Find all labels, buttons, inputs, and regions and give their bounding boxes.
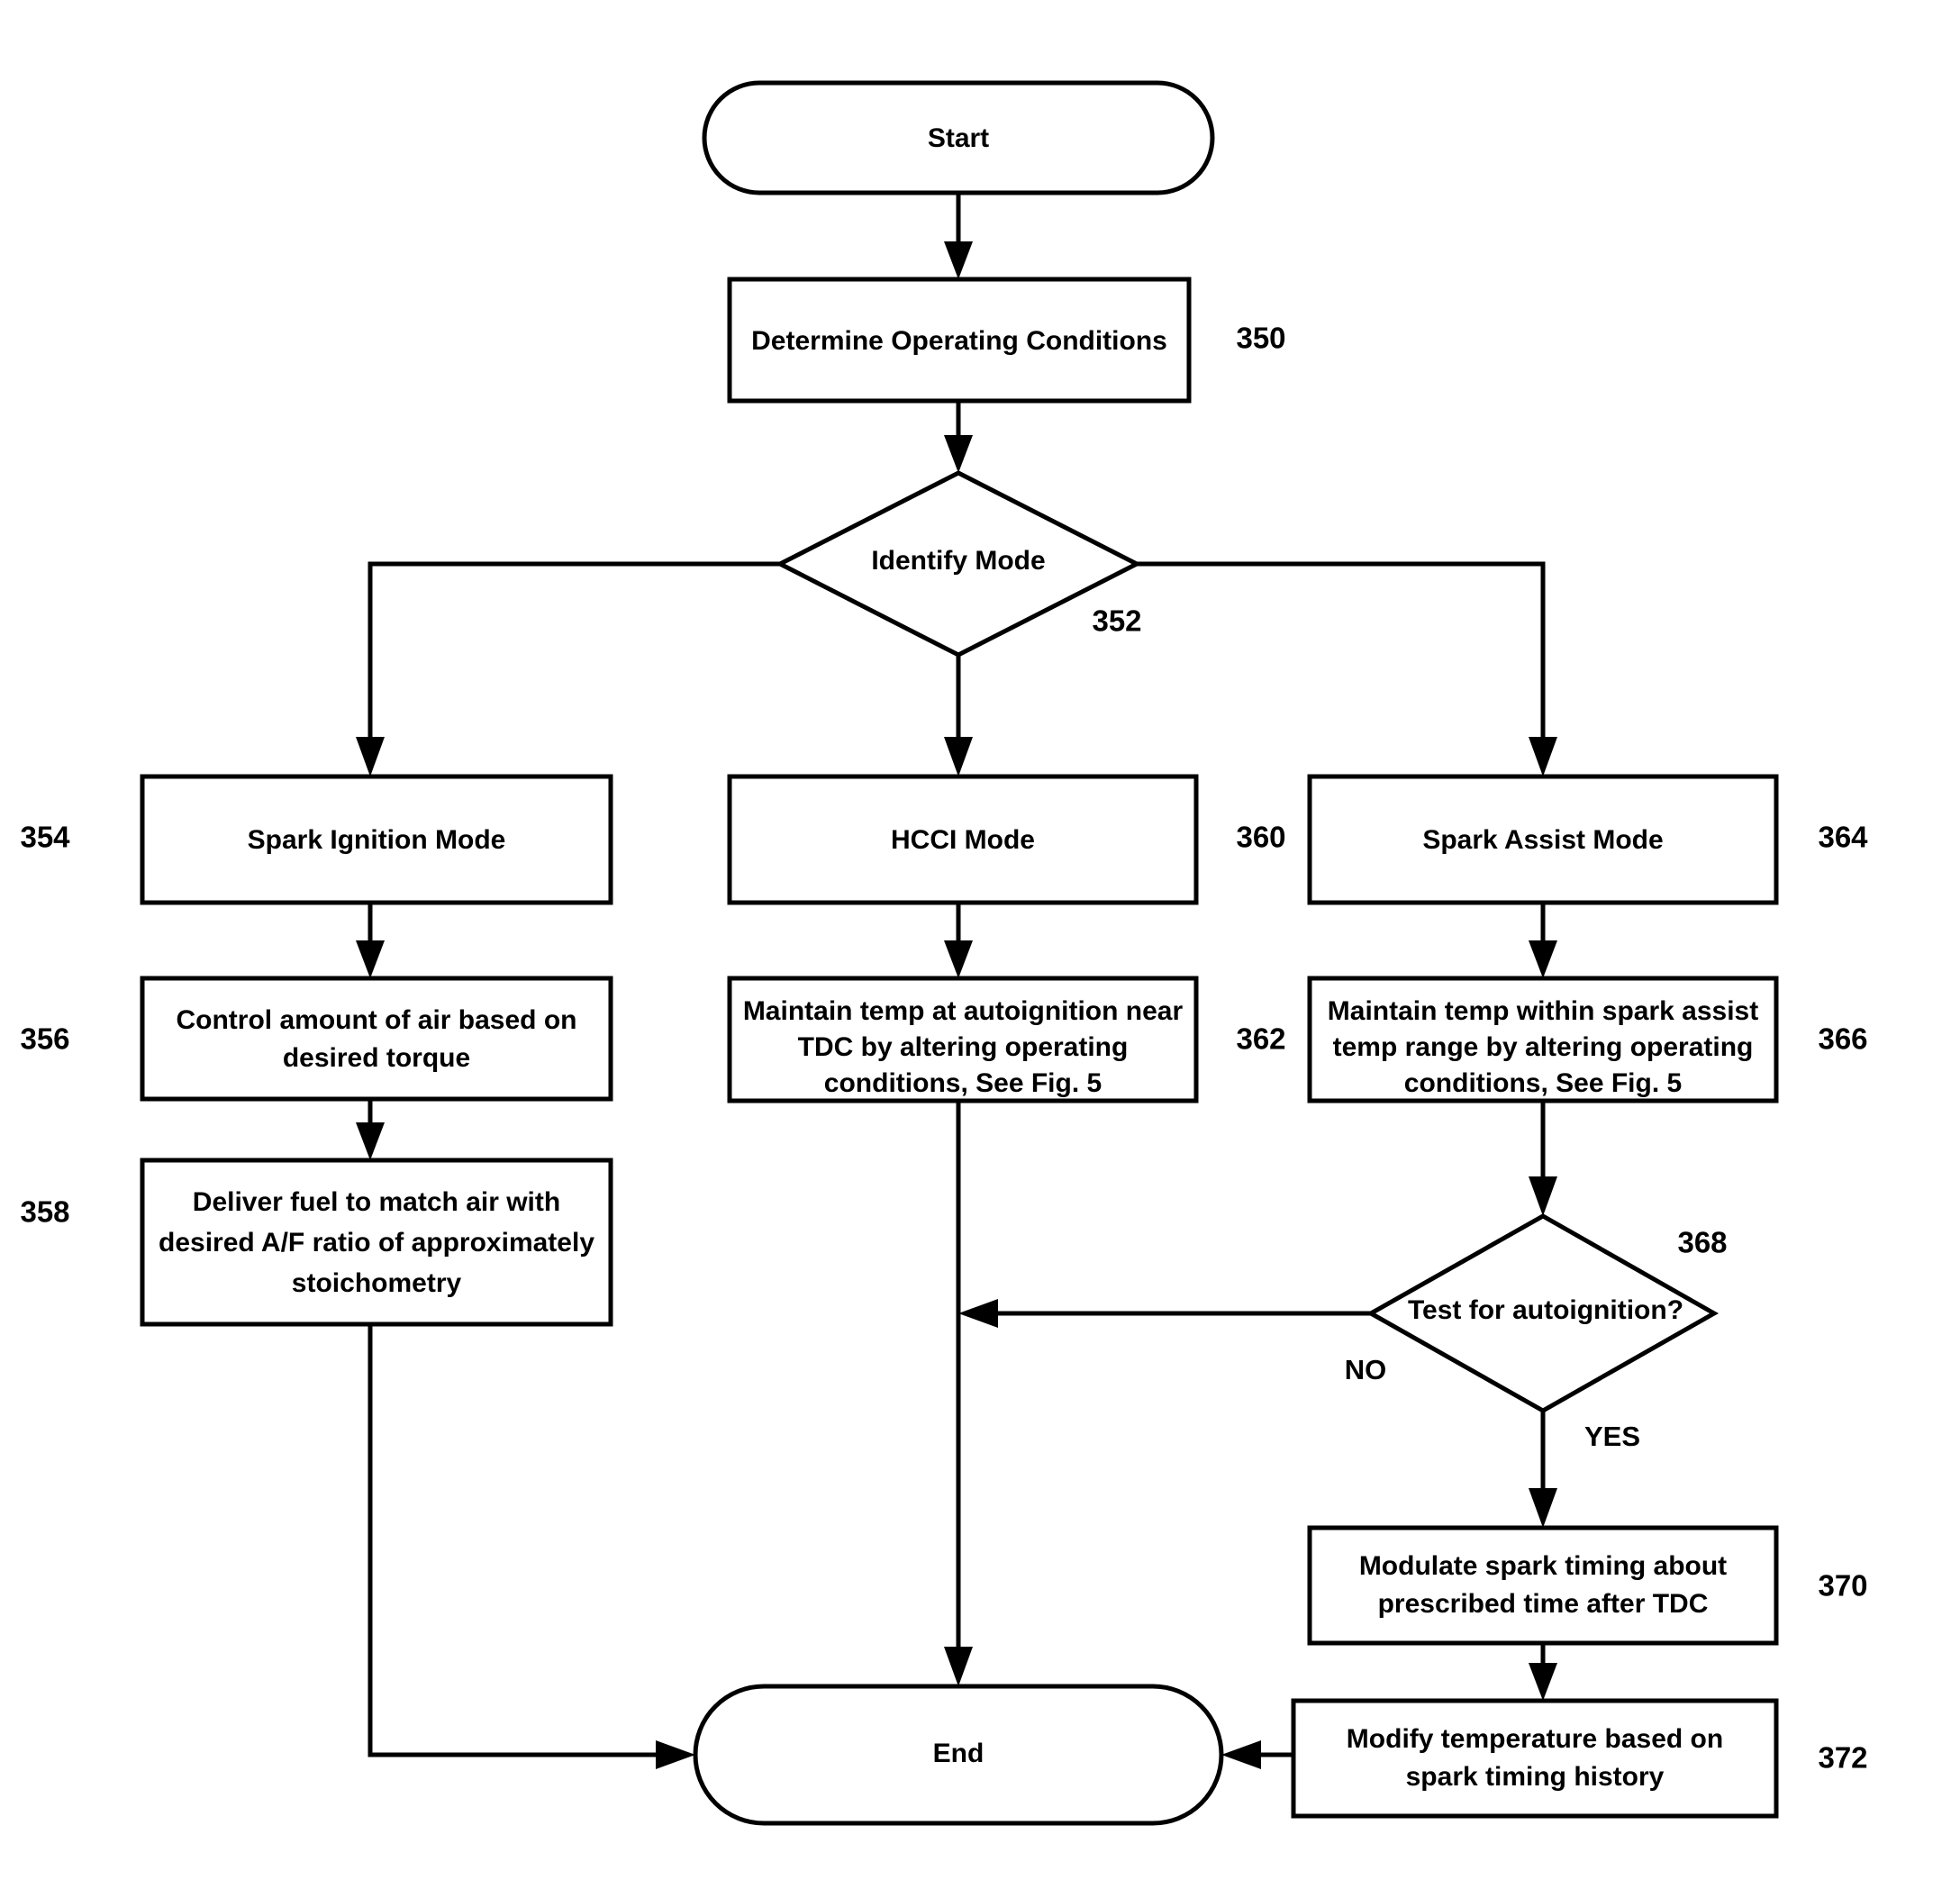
node-hcci-maintain-line1: Maintain temp at autoignition near: [743, 996, 1184, 1026]
node-hcci-maintain[interactable]: Maintain temp at autoignition near TDC b…: [727, 976, 1199, 1103]
ref-364: 364: [1818, 821, 1868, 854]
connector-modify-temp-to-end: [1221, 1740, 1293, 1769]
node-hcci-maintain-line3: conditions, See Fig. 5: [824, 1068, 1102, 1098]
node-control-air-line2: desired torque: [283, 1043, 470, 1073]
ref-354: 354: [20, 821, 70, 854]
connector-control-air-to-deliver-fuel: [356, 1099, 385, 1160]
edge-label-yes: YES: [1584, 1421, 1640, 1452]
connector-modulate-to-modify-temp: [1529, 1643, 1557, 1701]
connector-test-no-to-end-line: [958, 1299, 1371, 1328]
ref-362: 362: [1236, 1022, 1285, 1056]
node-determine-operating-conditions[interactable]: Determine Operating Conditions: [727, 277, 1192, 404]
node-modify-temp-line2: spark timing history: [1406, 1762, 1665, 1792]
connector-spark-ignition-to-control-air: [356, 903, 385, 978]
connector-determine-to-identify: [944, 399, 973, 473]
node-control-air-line1: Control amount of air based on: [176, 1005, 576, 1035]
node-modify-temp-line1: Modify temperature based on: [1347, 1724, 1723, 1754]
node-hcci-mode-label: HCCI Mode: [891, 825, 1035, 855]
node-hcci-mode[interactable]: HCCI Mode: [727, 774, 1199, 905]
ref-350: 350: [1236, 322, 1285, 355]
node-assist-maintain[interactable]: Maintain temp within spark assist temp r…: [1307, 976, 1779, 1103]
connector-deliver-fuel-to-end: [368, 1324, 695, 1769]
node-spark-ignition-mode[interactable]: Spark Ignition Mode: [140, 774, 613, 905]
ref-372: 372: [1818, 1741, 1867, 1775]
node-assist-maintain-line3: conditions, See Fig. 5: [1404, 1068, 1682, 1098]
node-assist-maintain-line1: Maintain temp within spark assist: [1328, 996, 1758, 1026]
node-identify-mode[interactable]: Identify Mode: [775, 470, 1142, 658]
node-assist-maintain-line2: temp range by altering operating: [1333, 1032, 1754, 1062]
node-deliver-fuel[interactable]: Deliver fuel to match air with desired A…: [140, 1158, 613, 1327]
ref-360: 360: [1236, 821, 1285, 854]
ref-356: 356: [20, 1022, 69, 1056]
node-modulate-spark-line1: Modulate spark timing about: [1359, 1551, 1727, 1581]
ref-358: 358: [20, 1195, 69, 1229]
node-modify-temp[interactable]: Modify temperature based on spark timing…: [1291, 1698, 1779, 1819]
connector-assist-maintain-to-test: [1529, 1101, 1557, 1216]
connector-hcci-to-maintain: [944, 903, 973, 978]
node-start[interactable]: Start: [702, 80, 1215, 195]
node-deliver-fuel-line1: Deliver fuel to match air with: [193, 1187, 560, 1217]
ref-368: 368: [1677, 1226, 1727, 1259]
node-modulate-spark[interactable]: Modulate spark timing about prescribed t…: [1307, 1525, 1779, 1646]
node-spark-assist-mode-label: Spark Assist Mode: [1422, 825, 1663, 855]
node-test-autoignition-label: Test for autoignition?: [1408, 1295, 1683, 1325]
node-test-autoignition[interactable]: Test for autoignition?: [1366, 1213, 1720, 1413]
node-deliver-fuel-line2: desired A/F ratio of approximately: [159, 1228, 594, 1258]
node-modulate-spark-line2: prescribed time after TDC: [1378, 1589, 1709, 1619]
node-end-label: End: [933, 1739, 985, 1768]
flowchart-page: Start Determine Operating Conditions 350…: [0, 0, 1960, 1898]
connector-identify-to-spark-ignition: [356, 561, 780, 776]
node-end[interactable]: End: [693, 1684, 1224, 1826]
node-identify-label: Identify Mode: [871, 546, 1045, 576]
node-start-label: Start: [928, 123, 989, 153]
connector-test-yes-to-modulate: [1529, 1411, 1557, 1528]
node-determine-label: Determine Operating Conditions: [751, 326, 1167, 356]
node-control-air[interactable]: Control amount of air based on desired t…: [140, 976, 613, 1102]
connector-identify-to-hcci: [944, 655, 973, 776]
ref-366: 366: [1818, 1022, 1867, 1056]
ref-352: 352: [1092, 604, 1141, 638]
connector-start-to-determine: [944, 191, 973, 279]
flowchart-canvas: Start Determine Operating Conditions 350…: [20, 80, 1868, 1826]
node-spark-assist-mode[interactable]: Spark Assist Mode: [1307, 774, 1779, 905]
node-deliver-fuel-line3: stoichometry: [292, 1268, 462, 1298]
connector-identify-to-spark-assist: [1137, 561, 1557, 776]
node-spark-ignition-label: Spark Ignition Mode: [248, 825, 506, 855]
node-hcci-maintain-line2: TDC by altering operating: [798, 1032, 1129, 1062]
connector-spark-assist-to-maintain: [1529, 903, 1557, 978]
edge-label-no: NO: [1345, 1354, 1387, 1385]
connector-hcci-maintain-to-end: [944, 1101, 973, 1686]
ref-370: 370: [1818, 1569, 1867, 1603]
